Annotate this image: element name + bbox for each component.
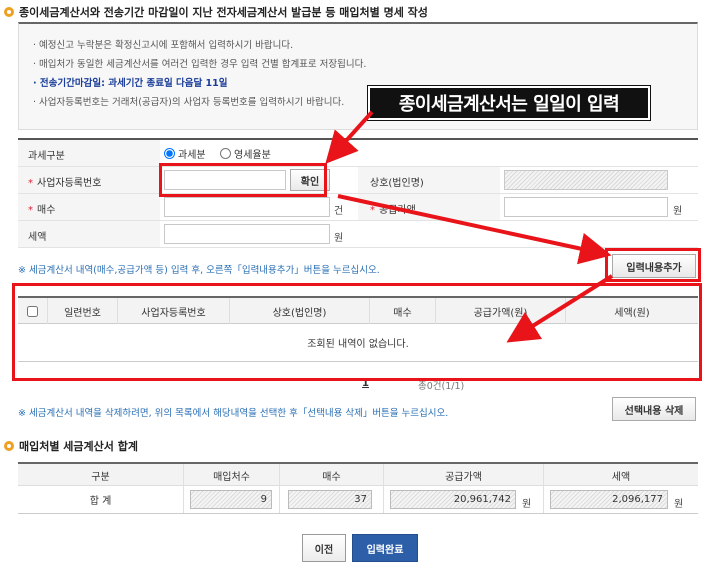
supply-input[interactable]: [504, 197, 668, 217]
form-row-tax: 세액 원: [18, 221, 698, 248]
sum-col-tax: 세액: [611, 471, 631, 483]
tax-label: 세액: [28, 232, 47, 243]
sum-col-count: 매수: [280, 464, 384, 486]
total-count-field: 37: [288, 490, 372, 509]
entry-form: 과세구분 과세분 영세율분 * 사업자등록번호 확인 상호(법인명) * 매수 건 …: [18, 138, 698, 248]
confirm-button[interactable]: 확인: [290, 169, 330, 191]
tax-input[interactable]: [164, 224, 330, 244]
summary-title-text: 매입처별 세금계산서 합계: [19, 440, 138, 453]
add-hint: ※ 세금계산서 내역(매수,공급가액 등) 입력 후, 오른쪽「입력내용추가」버…: [18, 265, 380, 276]
tax-unit: 원: [334, 233, 344, 244]
supply-total-unit: 원: [522, 499, 532, 510]
sum-col-type: 구분: [18, 464, 184, 486]
page-link-1[interactable]: 1: [362, 378, 369, 389]
total-label: 합 계: [18, 486, 184, 513]
sum-col-supply: 공급가액: [384, 464, 544, 486]
empty-message: 조회된 내역이 없습니다.: [18, 324, 698, 362]
radio-taxable[interactable]: 과세분: [164, 146, 206, 161]
delete-selected-button[interactable]: 선택내용 삭제: [612, 397, 696, 421]
supply-label: * 공급가액: [370, 205, 416, 216]
total-tax-field: 2,096,177: [550, 490, 668, 509]
count-input[interactable]: [164, 197, 330, 217]
col-count: 매수: [370, 298, 436, 324]
col-bizno: 사업자등록번호: [118, 298, 230, 324]
section-title-text: 종이세금계산서와 전송기간 마감일이 지난 전자세금계산서 발급분 등 매입처별…: [19, 6, 428, 19]
section-title: 종이세금계산서와 전송기간 마감일이 지난 전자세금계산서 발급분 등 매입처별…: [4, 4, 428, 20]
supply-unit: 원: [673, 206, 683, 217]
select-all-cell: [18, 298, 48, 324]
col-company: 상호(법인명): [230, 298, 370, 324]
callout-label: 종이세금계산서는 일일이 입력: [368, 86, 650, 120]
notice-line: · 매입처가 동일한 세금계산서를 여러건 입력한 경우 입력 건별 합계표로 …: [33, 59, 367, 70]
summary-total-row: 합 계 9 37 20,961,742 원 2,096,177 원: [18, 486, 698, 514]
bullet-icon: [4, 7, 14, 17]
count-label: * 매수: [28, 205, 56, 216]
col-tax: 세액(원): [614, 307, 650, 319]
add-entry-button[interactable]: 입력내용추가: [612, 254, 696, 278]
tax-total-unit: 원: [674, 499, 684, 510]
total-supply-field: 20,961,742: [390, 490, 516, 509]
complete-button[interactable]: 입력완료: [352, 534, 418, 562]
col-serial: 일련번호: [48, 298, 118, 324]
radio-zero-rate[interactable]: 영세율분: [220, 146, 271, 161]
company-label: 상호(법인명): [370, 178, 424, 189]
prev-button[interactable]: 이전: [302, 534, 346, 562]
bullet-icon: [4, 441, 14, 451]
notice-line: · 예정신고 누락분은 확정신고시에 포함해서 입력하시기 바랍니다.: [33, 40, 294, 51]
entries-table-header: 일련번호 사업자등록번호 상호(법인명) 매수 공급가액(원) 세액(원): [18, 296, 698, 324]
pagination-summary: 총0건(1/1): [418, 381, 465, 392]
count-unit: 건: [334, 206, 344, 217]
summary-section-title: 매입처별 세금계산서 합계: [4, 438, 138, 454]
bizno-input[interactable]: [164, 170, 286, 190]
sum-col-vendors: 매입처수: [184, 464, 280, 486]
col-supply: 공급가액(원): [436, 298, 566, 324]
bizno-label: * 사업자등록번호: [28, 178, 102, 189]
delete-hint: ※ 세금계산서 내역을 삭제하려면, 위의 목록에서 해당내역을 선택한 후「선…: [18, 408, 449, 419]
tax-type-label: 과세구분: [28, 151, 65, 162]
select-all-checkbox[interactable]: [27, 305, 38, 317]
form-row-tax-type: 과세구분 과세분 영세율분: [18, 140, 698, 167]
total-vendors-field: 9: [190, 490, 272, 509]
summary-header: 구분 매입처수 매수 공급가액 세액: [18, 462, 698, 486]
radio-taxable-input[interactable]: [164, 148, 175, 159]
form-row-count: * 매수 건 * 공급가액 원: [18, 194, 698, 221]
company-readonly-field: [504, 170, 668, 190]
form-row-bizno: * 사업자등록번호 확인 상호(법인명): [18, 167, 698, 194]
radio-zero-rate-input[interactable]: [220, 148, 231, 159]
